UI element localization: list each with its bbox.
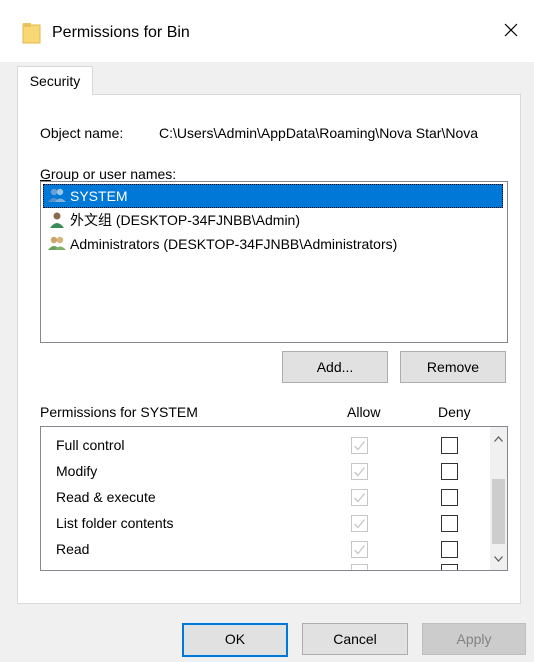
permissions-label: Permissions for SYSTEM bbox=[40, 404, 198, 420]
checkmark-icon bbox=[354, 467, 366, 477]
chevron-up-icon bbox=[494, 435, 503, 442]
checkmark-icon bbox=[354, 441, 366, 451]
ok-button-label: OK bbox=[224, 631, 246, 647]
title-bar: Permissions for Bin bbox=[0, 0, 534, 62]
user-item-label: Administrators (DESKTOP-34FJNBB\Administ… bbox=[70, 236, 398, 252]
deny-checkbox[interactable] bbox=[441, 489, 458, 506]
users-icon bbox=[48, 188, 66, 202]
group-names-label-rest: roup or user names: bbox=[50, 166, 177, 182]
remove-button-label: Remove bbox=[426, 359, 480, 375]
user-icon bbox=[50, 212, 64, 228]
permission-name: Modify bbox=[56, 463, 98, 479]
apply-button-label: Apply bbox=[456, 631, 492, 647]
allow-checkbox bbox=[351, 437, 368, 454]
ok-button[interactable]: OK bbox=[182, 623, 288, 657]
allow-column-header: Allow bbox=[347, 404, 381, 420]
deny-checkbox[interactable] bbox=[441, 541, 458, 558]
deny-checkbox[interactable] bbox=[441, 463, 458, 480]
user-item-system[interactable]: SYSTEM bbox=[43, 184, 503, 208]
chevron-down-icon bbox=[494, 555, 503, 562]
permission-name: List folder contents bbox=[56, 515, 174, 531]
user-item-label: SYSTEM bbox=[70, 188, 128, 204]
scroll-up-button[interactable] bbox=[490, 430, 507, 447]
permission-row: Modify bbox=[41, 458, 481, 484]
apply-button[interactable]: Apply bbox=[422, 623, 526, 655]
permissions-scrollbar[interactable] bbox=[490, 427, 507, 570]
checkmark-icon bbox=[354, 519, 366, 529]
allow-checkbox bbox=[351, 463, 368, 480]
deny-column-header: Deny bbox=[438, 404, 471, 420]
user-item-administrators[interactable]: Administrators (DESKTOP-34FJNBB\Administ… bbox=[43, 232, 503, 256]
remove-button[interactable]: Remove bbox=[400, 351, 506, 383]
user-item-label: 外文组 (DESKTOP-34FJNBB\Admin) bbox=[70, 212, 301, 228]
allow-checkbox-partial bbox=[351, 564, 368, 570]
permission-name: Full control bbox=[56, 437, 125, 453]
users-icon bbox=[48, 236, 66, 250]
permission-name: Read & execute bbox=[56, 489, 156, 505]
user-item-admin[interactable]: 外文组 (DESKTOP-34FJNBB\Admin) bbox=[43, 208, 503, 232]
allow-checkbox bbox=[351, 515, 368, 532]
user-list[interactable]: SYSTEM 外文组 (DESKTOP-34FJNBB\Admin) Admin… bbox=[40, 181, 508, 343]
permission-row: List folder contents bbox=[41, 510, 481, 536]
cancel-button-label: Cancel bbox=[333, 631, 377, 647]
security-panel: Object name: C:\Users\Admin\AppData\Roam… bbox=[17, 94, 521, 604]
checkmark-icon bbox=[354, 545, 366, 555]
checkmark-icon bbox=[354, 493, 366, 503]
object-name-label: Object name: bbox=[40, 125, 124, 141]
permissions-list: Full control Modify Read & execute List … bbox=[40, 426, 508, 571]
permission-row: Read & execute bbox=[41, 484, 481, 510]
deny-checkbox-partial[interactable] bbox=[441, 564, 458, 570]
add-button-label: Add... bbox=[316, 359, 354, 375]
close-icon bbox=[504, 23, 518, 37]
allow-checkbox bbox=[351, 541, 368, 558]
permission-row: Read bbox=[41, 536, 481, 562]
permission-name: Read bbox=[56, 541, 90, 557]
scroll-down-button[interactable] bbox=[490, 550, 507, 567]
tab-security[interactable]: Security bbox=[17, 66, 93, 95]
add-button[interactable]: Add... bbox=[282, 351, 388, 383]
group-names-label: Group or user names: bbox=[40, 166, 177, 182]
allow-checkbox bbox=[351, 489, 368, 506]
deny-checkbox[interactable] bbox=[441, 437, 458, 454]
window-title: Permissions for Bin bbox=[52, 24, 190, 41]
cancel-button[interactable]: Cancel bbox=[302, 623, 408, 655]
scrollbar-thumb[interactable] bbox=[492, 479, 505, 544]
deny-checkbox[interactable] bbox=[441, 515, 458, 532]
permission-row: Full control bbox=[41, 432, 481, 458]
close-button[interactable] bbox=[488, 12, 534, 48]
tab-security-label: Security bbox=[29, 73, 81, 89]
object-name-value: C:\Users\Admin\AppData\Roaming\Nova Star… bbox=[159, 125, 479, 141]
folder-icon bbox=[22, 23, 41, 44]
